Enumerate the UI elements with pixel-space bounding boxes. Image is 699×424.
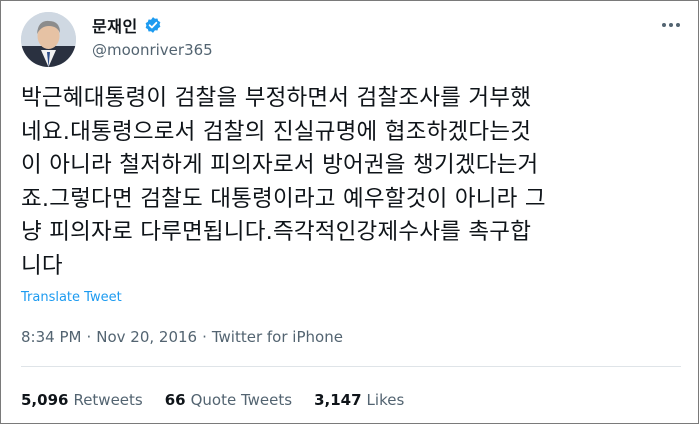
tweet-line: 죠.그렇다면 검찰도 대통령이라고 예우할것이 아니라 그	[21, 185, 546, 212]
quote-tweets-stat[interactable]: 66 Quote Tweets	[165, 391, 292, 409]
tweet-line: 네요.대통령으로서 검찰의 진실규명에 협조하겠다는것	[21, 118, 532, 145]
author-name-row: 문재인	[92, 13, 162, 37]
quote-tweets-label: Quote Tweets	[190, 391, 293, 409]
likes-stat[interactable]: 3,147 Likes	[314, 391, 404, 409]
author-display-name[interactable]: 문재인	[92, 13, 138, 37]
retweets-count: 5,096	[21, 391, 69, 409]
tweet-line: 박근혜대통령이 검찰을 부정하면서 검찰조사를 거부했	[21, 85, 532, 111]
engagement-stats: 5,096 Retweets 66 Quote Tweets 3,147 Lik…	[21, 391, 426, 409]
tweet-line: 냥 피의자로 다루면됩니다.즉각적인강제수사를 촉구합	[21, 219, 532, 245]
tweet-metadata: 8:34 PM · Nov 20, 2016 · Twitter for iPh…	[21, 328, 343, 346]
divider	[21, 366, 681, 367]
likes-count: 3,147	[314, 391, 362, 409]
tweet-card: 문재인 @moonriver365 박근혜대통령이 검찰을 부정하면서 검찰조사…	[0, 0, 699, 424]
avatar[interactable]	[21, 12, 76, 67]
tweet-time[interactable]: 8:34 PM	[21, 328, 81, 346]
quote-tweets-count: 66	[164, 391, 186, 409]
retweets-label: Retweets	[73, 391, 143, 409]
more-options-icon[interactable]	[658, 15, 684, 35]
author-handle[interactable]: @moonriver365	[92, 41, 213, 59]
tweet-source[interactable]: Twitter for iPhone	[212, 328, 343, 346]
meta-separator: ·	[86, 328, 92, 346]
verified-badge-icon	[144, 16, 162, 34]
likes-label: Likes	[366, 391, 405, 409]
translate-tweet-link[interactable]: Translate Tweet	[21, 290, 122, 305]
meta-separator: ·	[202, 328, 207, 346]
tweet-line: 니다	[21, 252, 63, 279]
avatar-image	[21, 12, 76, 67]
tweet-text: 박근혜대통령이 검찰을 부정하면서 검찰조사를 거부했네요.대통령으로서 검찰의…	[21, 82, 693, 283]
tweet-date[interactable]: Nov 20, 2016	[96, 328, 197, 346]
tweet-line: 이 아니라 철저하게 피의자로서 방어권을 챙기겠다는거	[21, 152, 539, 178]
retweets-stat[interactable]: 5,096 Retweets	[21, 391, 143, 409]
